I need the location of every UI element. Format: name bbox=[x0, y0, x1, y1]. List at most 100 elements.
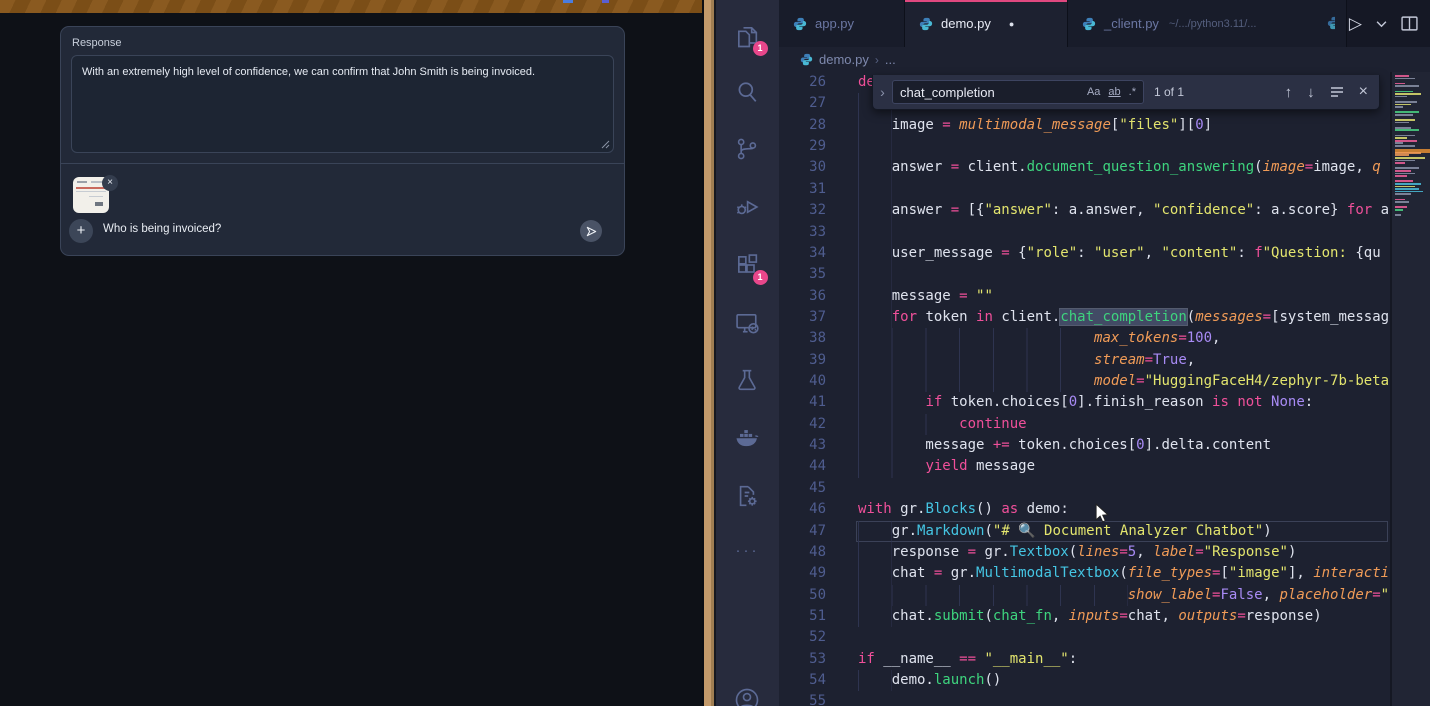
code-line[interactable]: 47 gr.Markdown("# 🔍 Document Analyzer Ch… bbox=[779, 521, 1388, 542]
code-line[interactable]: 34 user_message = {"role": "user", "cont… bbox=[779, 243, 1388, 264]
window-top-stripe bbox=[0, 0, 702, 13]
add-file-button[interactable]: + bbox=[69, 219, 93, 243]
docker-icon bbox=[733, 424, 761, 452]
tab-label: app.py bbox=[815, 16, 854, 31]
tab-label: _client.py bbox=[1104, 16, 1159, 31]
line-number: 51 bbox=[779, 606, 826, 627]
code-line[interactable]: 45 bbox=[779, 478, 1388, 499]
code-line[interactable]: 49 chat = gr.MultimodalTextbox(file_type… bbox=[779, 563, 1388, 584]
match-case-icon[interactable]: Aa bbox=[1087, 86, 1100, 98]
line-number: 41 bbox=[779, 392, 826, 413]
find-next-button[interactable]: ↓ bbox=[1307, 84, 1315, 101]
code-line[interactable]: 42 continue bbox=[779, 414, 1388, 435]
line-number: 35 bbox=[779, 264, 826, 285]
code-line[interactable]: 39 stream=True, bbox=[779, 350, 1388, 371]
activity-search[interactable] bbox=[733, 78, 763, 108]
chat-input-section: × + Who is being invoiced? bbox=[61, 163, 624, 255]
code-line[interactable]: 33 bbox=[779, 222, 1388, 243]
line-number: 49 bbox=[779, 563, 826, 584]
tab-client-py[interactable]: _client.py ~/.../python3.11/... bbox=[1068, 0, 1347, 47]
breadcrumb[interactable]: demo.py › ... bbox=[779, 47, 1430, 72]
code-line[interactable]: 28 image = multimodal_message["files"][0… bbox=[779, 115, 1388, 136]
line-number: 46 bbox=[779, 499, 826, 520]
tab-app-py[interactable]: app.py bbox=[779, 0, 905, 47]
activity-task-file[interactable] bbox=[733, 482, 763, 512]
resize-handle-icon[interactable] bbox=[601, 140, 610, 149]
find-results-count: 1 of 1 bbox=[1154, 85, 1184, 99]
find-input[interactable]: chat_completion Aa ab .* bbox=[892, 80, 1144, 104]
send-icon bbox=[585, 225, 598, 238]
activity-source-control[interactable] bbox=[733, 135, 763, 165]
code-line[interactable]: 50 show_label=False, placeholder=" bbox=[779, 585, 1388, 606]
code-line[interactable]: 38 max_tokens=100, bbox=[779, 328, 1388, 349]
indent-guides bbox=[858, 179, 892, 200]
breadcrumb-file[interactable]: demo.py bbox=[819, 52, 869, 67]
code-line[interactable]: 32 answer = [{"answer": a.answer, "confi… bbox=[779, 200, 1388, 221]
activity-account[interactable] bbox=[733, 686, 763, 706]
indent-guides bbox=[858, 264, 892, 285]
chat-row: + Who is being invoiced? bbox=[61, 218, 624, 244]
code-line[interactable]: 41 if token.choices[0].finish_reason is … bbox=[779, 392, 1388, 413]
find-in-selection-icon[interactable] bbox=[1330, 86, 1344, 98]
activity-docker[interactable] bbox=[733, 424, 763, 454]
line-number: 37 bbox=[779, 307, 826, 328]
find-close-button[interactable]: × bbox=[1359, 83, 1368, 101]
tab-demo-py[interactable]: demo.py ● bbox=[905, 0, 1068, 47]
code-line[interactable]: 54 demo.launch() bbox=[779, 670, 1388, 691]
debug-icon bbox=[733, 193, 761, 221]
activity-extensions[interactable]: 1 bbox=[733, 251, 763, 281]
response-textarea[interactable]: With an extremely high level of confiden… bbox=[71, 55, 614, 153]
tab-label: demo.py bbox=[941, 16, 991, 31]
code-line[interactable]: 44 yield message bbox=[779, 456, 1388, 477]
code-line[interactable]: 40 model="HuggingFaceH4/zephyr-7b-beta bbox=[779, 371, 1388, 392]
code-line[interactable]: 37 for token in client.chat_completion(m… bbox=[779, 307, 1388, 328]
code-line[interactable]: 29 bbox=[779, 136, 1388, 157]
find-expand-toggle[interactable]: › bbox=[873, 84, 892, 100]
code-line[interactable]: 46with gr.Blocks() as demo: bbox=[779, 499, 1388, 520]
breadcrumb-symbol[interactable]: ... bbox=[885, 52, 896, 67]
activity-run-debug[interactable] bbox=[733, 193, 763, 223]
code-line[interactable]: 48 response = gr.Textbox(lines=5, label=… bbox=[779, 542, 1388, 563]
regex-icon[interactable]: .* bbox=[1129, 86, 1136, 98]
activity-more[interactable]: ··· bbox=[733, 544, 763, 574]
activity-explorer[interactable]: 1 bbox=[733, 22, 763, 52]
remove-attachment-button[interactable]: × bbox=[102, 175, 118, 191]
split-editor-icon[interactable] bbox=[1401, 16, 1418, 31]
minimap[interactable] bbox=[1390, 72, 1430, 706]
line-number: 30 bbox=[779, 157, 826, 178]
whole-word-icon[interactable]: ab bbox=[1108, 86, 1120, 98]
chat-message-input[interactable]: Who is being invoiced? bbox=[103, 223, 221, 235]
pane-divider[interactable] bbox=[702, 0, 716, 706]
activity-testing[interactable] bbox=[733, 366, 763, 396]
line-number: 44 bbox=[779, 456, 826, 477]
code-line[interactable]: 55 bbox=[779, 691, 1388, 706]
explorer-badge: 1 bbox=[753, 41, 768, 56]
code-line[interactable]: 51 chat.submit(chat_fn, inputs=chat, out… bbox=[779, 606, 1388, 627]
file-gear-icon bbox=[733, 482, 761, 510]
response-label: Response bbox=[72, 37, 614, 49]
code-lines[interactable]: 26def2728 image = multimodal_message["fi… bbox=[779, 72, 1388, 706]
code-line[interactable]: 53if __name__ == "__main__": bbox=[779, 649, 1388, 670]
code-line[interactable]: 52 bbox=[779, 627, 1388, 648]
find-previous-button[interactable]: ↑ bbox=[1285, 84, 1293, 101]
run-file-button[interactable]: ▷ bbox=[1349, 14, 1362, 34]
line-number: 29 bbox=[779, 136, 826, 157]
stripe-mark bbox=[602, 0, 609, 3]
activity-remote-explorer[interactable] bbox=[733, 309, 763, 339]
run-dropdown-chevron-icon[interactable] bbox=[1376, 20, 1387, 28]
code-editor[interactable]: 26def2728 image = multimodal_message["fi… bbox=[779, 72, 1430, 706]
line-number: 34 bbox=[779, 243, 826, 264]
code-line[interactable]: 30 answer = client.document_question_ans… bbox=[779, 157, 1388, 178]
remote-monitor-icon bbox=[733, 309, 761, 337]
indent-guides bbox=[858, 136, 892, 157]
python-icon bbox=[1082, 17, 1096, 31]
code-line[interactable]: 36 message = "" bbox=[779, 286, 1388, 307]
code-line[interactable]: 35 bbox=[779, 264, 1388, 285]
modified-dot[interactable]: ● bbox=[1009, 19, 1014, 29]
code-line[interactable]: 31 bbox=[779, 179, 1388, 200]
line-number: 54 bbox=[779, 670, 826, 691]
code-line[interactable]: 43 message += token.choices[0].delta.con… bbox=[779, 435, 1388, 456]
indent-guides bbox=[858, 222, 892, 243]
find-query[interactable]: chat_completion bbox=[900, 85, 1079, 100]
send-button[interactable] bbox=[580, 220, 602, 242]
